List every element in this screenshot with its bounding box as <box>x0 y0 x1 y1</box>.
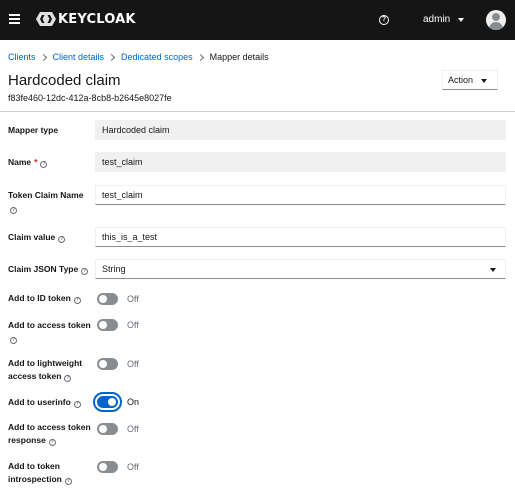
name-field: test_claim <box>95 152 506 172</box>
token-claim-name-input[interactable] <box>95 185 506 205</box>
help-icon[interactable]: ? <box>40 161 48 168</box>
keycloak-logo-icon <box>36 12 56 26</box>
add-to-id-token-state: Off <box>127 294 139 304</box>
claim-json-type-value: String <box>102 264 126 274</box>
page-title: Hardcoded claim <box>8 72 121 89</box>
add-to-userinfo-label: Add to userinfo? <box>8 397 81 408</box>
help-icon[interactable]: ? <box>81 268 89 275</box>
header-divider <box>0 111 515 112</box>
add-to-access-token-response-label: Add to access token response? <box>8 422 91 446</box>
breadcrumb-dedicated-scopes[interactable]: Dedicated scopes <box>121 52 193 62</box>
add-to-token-introspection-switch[interactable] <box>97 461 118 473</box>
add-to-userinfo-switch[interactable] <box>97 396 118 408</box>
user-dropdown[interactable]: admin <box>423 14 465 25</box>
add-to-access-token-switch[interactable] <box>97 319 118 331</box>
add-to-lightweight-access-token-switch[interactable] <box>97 358 118 370</box>
token-claim-name-label: Token Claim Name? <box>8 190 84 214</box>
required-indicator: * <box>34 157 38 167</box>
masthead: KEYCLOAK ? admin <box>0 0 515 40</box>
breadcrumb-separator-icon <box>39 53 47 61</box>
add-to-token-introspection-label: Add to token introspection? <box>8 461 72 485</box>
help-icon[interactable]: ? <box>10 337 17 344</box>
breadcrumb-separator-icon <box>108 53 116 61</box>
breadcrumb-clients[interactable]: Clients <box>8 52 36 62</box>
claim-value-label: Claim value? <box>8 232 66 243</box>
add-to-access-token-state: Off <box>127 320 139 330</box>
action-label: Action <box>448 75 474 85</box>
brand-name: KEYCLOAK <box>58 11 136 27</box>
add-to-access-token-response-state: Off <box>127 424 139 434</box>
caret-down-icon <box>490 268 496 272</box>
avatar[interactable] <box>486 10 506 30</box>
add-to-id-token-label: Add to ID token? <box>8 293 81 304</box>
help-icon[interactable]: ? <box>58 236 66 243</box>
breadcrumb: Clients Client details Dedicated scopes … <box>8 52 269 62</box>
caret-down-icon <box>481 79 487 83</box>
name-label: Name *? <box>8 157 48 168</box>
help-icon[interactable]: ? <box>379 15 389 25</box>
help-icon[interactable]: ? <box>10 207 17 214</box>
username: admin <box>423 14 451 25</box>
claim-json-type-select[interactable]: String <box>95 259 506 279</box>
mapper-type-field: Hardcoded claim <box>95 120 506 140</box>
keycloak-logo[interactable]: KEYCLOAK <box>36 11 136 27</box>
add-to-userinfo-state: On <box>127 397 140 407</box>
add-to-id-token-switch[interactable] <box>97 293 118 305</box>
add-to-lightweight-access-token-state: Off <box>127 359 139 369</box>
breadcrumb-mapper-details: Mapper details <box>209 52 269 62</box>
add-to-access-token-response-switch[interactable] <box>97 423 118 435</box>
help-icon[interactable]: ? <box>64 478 72 485</box>
breadcrumb-client-details[interactable]: Client details <box>53 52 105 62</box>
action-dropdown[interactable]: Action <box>442 70 498 90</box>
help-icon[interactable]: ? <box>48 439 56 446</box>
caret-down-icon <box>458 17 465 22</box>
mapper-type-label: Mapper type <box>8 125 59 135</box>
help-icon[interactable]: ? <box>73 401 81 408</box>
claim-value-input[interactable] <box>95 227 506 247</box>
mapper-id: f83fe460-12dc-412a-8cb8-b2645e8027fe <box>8 93 172 103</box>
hamburger-menu-icon[interactable] <box>9 14 20 24</box>
help-icon[interactable]: ? <box>73 297 81 304</box>
add-to-token-introspection-state: Off <box>127 462 139 472</box>
add-to-lightweight-access-token-label: Add to lightweight access token? <box>8 358 83 382</box>
breadcrumb-separator-icon <box>196 53 204 61</box>
help-icon[interactable]: ? <box>64 375 72 382</box>
add-to-access-token-label: Add to access token? <box>8 320 91 344</box>
claim-json-type-label: Claim JSON Type? <box>8 264 89 275</box>
